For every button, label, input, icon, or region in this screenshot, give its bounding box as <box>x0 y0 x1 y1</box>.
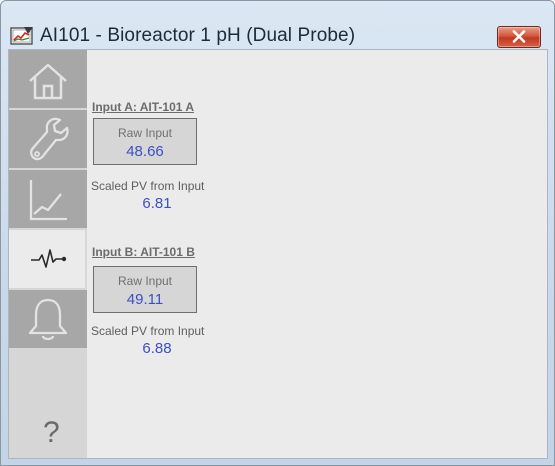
title-bar[interactable]: AI101 - Bioreactor 1 pH (Dual Probe) <box>1 1 554 49</box>
nav-inputs-button[interactable] <box>9 230 85 288</box>
wrench-icon <box>30 117 69 161</box>
input-a-raw-label: Raw Input <box>117 126 173 140</box>
trend-icon <box>29 180 67 221</box>
input-b-scaled-value: 6.88 <box>142 340 172 357</box>
nav-alarms-button[interactable] <box>9 290 87 348</box>
close-icon <box>512 30 526 43</box>
svg-text:?: ? <box>43 416 60 449</box>
input-a-scaled-value: 6.81 <box>142 195 172 212</box>
faceplate-window: AI101 - Bioreactor 1 pH (Dual Probe) ? I… <box>0 0 555 466</box>
app-icon <box>10 27 33 45</box>
input-b-raw-box: Raw Input 49.11 <box>93 266 197 313</box>
faceplate-client-area: ? Input A: AIT-101 A Raw Input 48.66 Sca… <box>8 49 548 459</box>
bell-icon <box>28 298 68 341</box>
window-title: AI101 - Bioreactor 1 pH (Dual Probe) <box>40 25 356 46</box>
navigation-sidebar: ? <box>9 50 87 458</box>
waveform-icon <box>31 249 67 268</box>
input-a-link[interactable]: Input A: AIT-101 A <box>92 100 194 114</box>
nav-trend-button[interactable] <box>9 170 87 228</box>
input-b-raw-value: 49.11 <box>126 291 164 308</box>
input-b-raw-label: Raw Input <box>117 274 173 288</box>
home-icon <box>29 63 67 100</box>
inputs-panel: Input A: AIT-101 A Raw Input 48.66 Scale… <box>87 50 547 458</box>
nav-help-button[interactable]: ? <box>9 402 87 458</box>
nav-home-button[interactable] <box>9 50 87 108</box>
input-a-raw-box: Raw Input 48.66 <box>93 118 197 165</box>
nav-maintenance-button[interactable] <box>9 110 87 168</box>
input-a-raw-value: 48.66 <box>126 143 164 160</box>
input-a-scaled-label: Scaled PV from Input <box>91 179 205 193</box>
input-b-scaled-label: Scaled PV from Input <box>91 324 205 338</box>
close-button[interactable] <box>497 26 541 48</box>
input-b-link[interactable]: Input B: AIT-101 B <box>92 245 195 259</box>
help-icon: ? <box>43 416 60 449</box>
